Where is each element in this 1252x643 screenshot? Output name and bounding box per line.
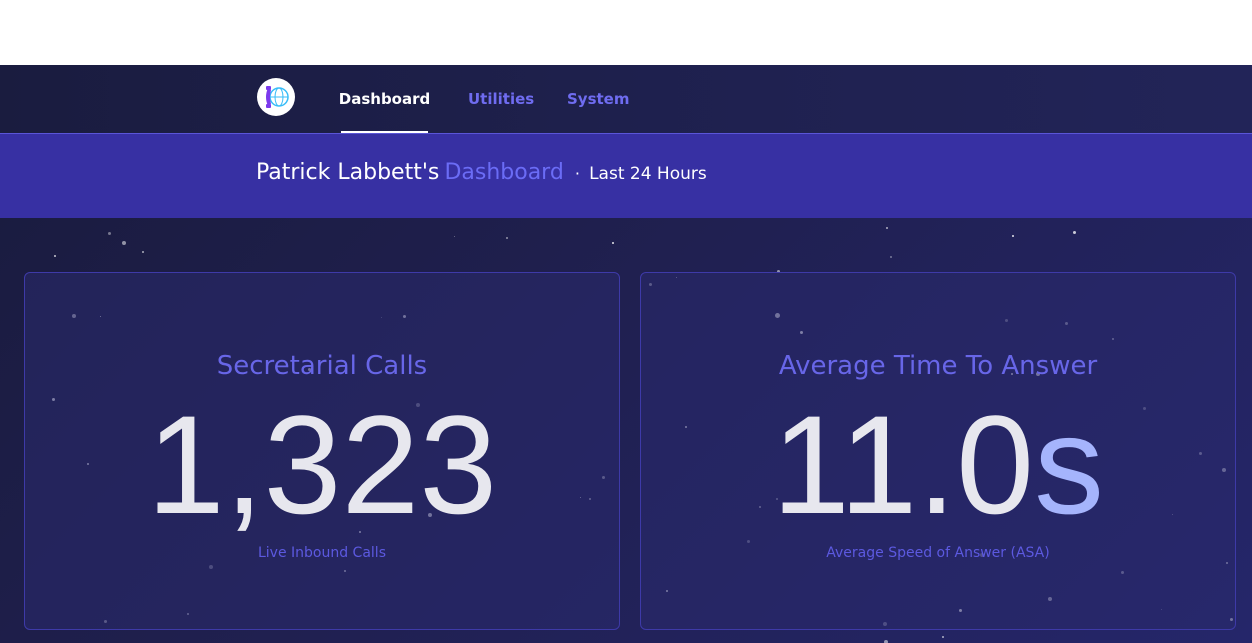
value-number: 11.0	[771, 386, 1035, 543]
value-unit: s	[1034, 386, 1105, 543]
app-root: Dashboard Utilities System Patrick Labbe…	[0, 65, 1252, 643]
time-period-label: Last 24 Hours	[589, 164, 707, 184]
banner-heading: Patrick Labbett's Dashboard · Last 24 Ho…	[256, 160, 707, 185]
card-title: Secretarial Calls	[216, 351, 428, 381]
star-particle	[54, 255, 56, 257]
star-particle	[454, 236, 455, 237]
star-particle	[942, 636, 944, 638]
logo-graphic	[266, 86, 289, 108]
dashboard-banner: Patrick Labbett's Dashboard · Last 24 Ho…	[0, 134, 1252, 218]
star-particle	[506, 237, 508, 239]
star-particle	[108, 232, 111, 235]
top-navbar: Dashboard Utilities System	[0, 65, 1252, 134]
banner-separator: ·	[574, 164, 580, 183]
card-title: Average Time To Answer	[778, 351, 1098, 381]
banner-dashboard-label: Dashboard	[444, 160, 564, 185]
secretarial-calls-card: Secretarial Calls 1,323 Live Inbound Cal…	[24, 272, 620, 630]
tab-utilities[interactable]: Utilities	[468, 65, 534, 133]
tab-system[interactable]: System	[567, 65, 629, 133]
average-time-to-answer-card: Average Time To Answer 11.0s Average Spe…	[640, 272, 1236, 630]
card-value: 1,323	[25, 391, 619, 539]
star-particle	[886, 227, 888, 229]
star-particle	[122, 241, 126, 245]
star-particle	[1073, 231, 1076, 234]
tab-dashboard[interactable]: Dashboard	[339, 65, 430, 133]
star-particle	[142, 251, 144, 253]
star-particle	[1012, 235, 1014, 237]
card-subtitle: Live Inbound Calls	[257, 545, 386, 561]
user-name: Patrick Labbett's	[256, 160, 440, 185]
browser-top-area	[0, 0, 1252, 65]
star-particle	[612, 242, 614, 244]
card-value: 11.0s	[641, 391, 1235, 539]
phone-globe-logo-icon[interactable]	[257, 78, 295, 116]
card-subtitle: Average Speed of Answer (ASA)	[826, 545, 1050, 561]
star-particle	[890, 256, 892, 258]
value-number: 1,323	[146, 386, 498, 543]
